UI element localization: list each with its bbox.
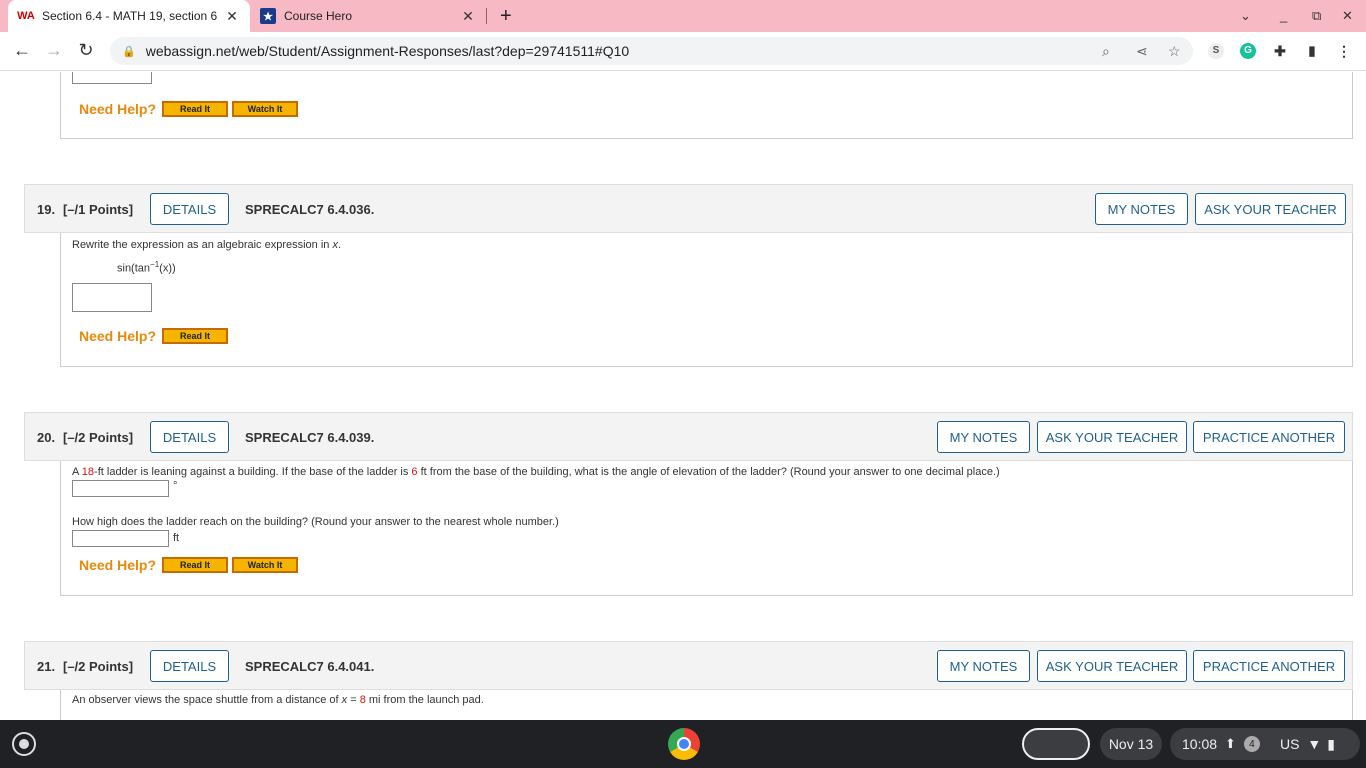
notification-count-badge: 4: [1243, 736, 1260, 752]
share-icon[interactable]: ⋖: [1136, 37, 1148, 65]
address-bar[interactable]: 🔒 webassign.net/web/Student/Assignment-R…: [110, 37, 1193, 65]
tab-title: Course Hero: [284, 9, 353, 23]
question-points: [–/2 Points]: [63, 430, 134, 445]
my-notes-button[interactable]: MY NOTES: [1095, 193, 1188, 225]
browser-toolbar: ← → ↻ 🔒 webassign.net/web/Student/Assign…: [0, 32, 1366, 71]
question-number: 20.: [37, 430, 56, 445]
details-button[interactable]: DETAILS: [150, 193, 229, 225]
zoom-icon[interactable]: ⌕: [1102, 37, 1110, 65]
url-text: webassign.net/web/Student/Assignment-Res…: [145, 43, 630, 59]
restore-icon[interactable]: ⧉: [1312, 8, 1321, 24]
answer-input[interactable]: [72, 72, 152, 84]
tab-title: Section 6.4 - MATH 19, section 6: [42, 9, 218, 23]
close-window-icon[interactable]: ✕: [1342, 8, 1353, 24]
tab-strip: WA Section 6.4 - MATH 19, section 6 ✕ ★ …: [0, 0, 1366, 32]
close-tab-icon[interactable]: ✕: [224, 8, 240, 25]
question-19-header: 19. [–/1 Points] DETAILS SPRECALC7 6.4.0…: [24, 184, 1353, 233]
assignment-page: Need Help? Read It Watch It 19. [–/1 Poi…: [0, 72, 1366, 720]
os-shelf: Nov 13 10:08 ⬆ 4 US ▼ ▮: [0, 720, 1366, 768]
clock-text: 10:08: [1182, 736, 1218, 752]
question-number: 21.: [37, 659, 56, 674]
watch-it-button[interactable]: Watch It: [232, 557, 298, 573]
question-code: SPRECALC7 6.4.039.: [245, 430, 375, 445]
side-panel-icon[interactable]: ▮: [1304, 43, 1320, 59]
question-prompt: A 18-ft ladder is leaning against a buil…: [72, 466, 1000, 478]
question-prompt: Rewrite the expression as an algebraic e…: [72, 239, 342, 251]
close-tab-icon[interactable]: ✕: [460, 8, 476, 25]
date-tray[interactable]: Nov 13: [1100, 728, 1162, 760]
question-prompt: How high does the ladder reach on the bu…: [72, 516, 559, 528]
feet-unit: ft: [173, 532, 180, 544]
battery-icon: ▮: [1327, 735, 1335, 752]
practice-another-button[interactable]: PRACTICE ANOTHER: [1193, 421, 1345, 453]
ask-your-teacher-button[interactable]: ASK YOUR TEACHER: [1195, 193, 1346, 225]
question-20-header: 20. [–/2 Points] DETAILS SPRECALC7 6.4.0…: [24, 412, 1353, 461]
wifi-icon: ▼: [1307, 736, 1322, 752]
forward-icon[interactable]: →: [42, 40, 66, 61]
back-icon[interactable]: ←: [10, 40, 34, 61]
question-20-body: A 18-ft ladder is leaning against a buil…: [60, 461, 1353, 596]
tab-separator: [486, 8, 487, 24]
question-number: 19.: [37, 202, 56, 217]
tab-coursehero[interactable]: ★ Course Hero ✕: [252, 0, 484, 32]
minimize-icon[interactable]: _: [1280, 8, 1287, 23]
question-21-header: 21. [–/2 Points] DETAILS SPRECALC7 6.4.0…: [24, 641, 1353, 690]
bookmark-star-icon[interactable]: ☆: [1168, 37, 1181, 65]
locale-text: US: [1279, 736, 1300, 752]
extensions-puzzle-icon[interactable]: ✚: [1272, 43, 1288, 59]
tab-webassign[interactable]: WA Section 6.4 - MATH 19, section 6 ✕: [8, 0, 250, 32]
reload-icon[interactable]: ↻: [74, 40, 98, 61]
question-points: [–/2 Points]: [63, 659, 134, 674]
new-tab-button[interactable]: +: [500, 6, 512, 26]
watch-it-button[interactable]: Watch It: [232, 101, 298, 117]
my-notes-button[interactable]: MY NOTES: [937, 421, 1030, 453]
launcher-icon[interactable]: [12, 732, 36, 756]
need-help-label: Need Help?: [79, 328, 157, 344]
question-19-body: Rewrite the expression as an algebraic e…: [60, 233, 1353, 367]
lock-icon: 🔒: [122, 45, 136, 58]
question-code: SPRECALC7 6.4.041.: [245, 659, 375, 674]
read-it-button[interactable]: Read It: [162, 557, 228, 573]
degree-unit: °: [173, 480, 178, 492]
upload-icon: ⬆: [1225, 736, 1236, 751]
need-help-label: Need Help?: [79, 557, 157, 573]
question-code: SPRECALC7 6.4.036.: [245, 202, 375, 217]
angle-answer-input[interactable]: [72, 480, 169, 497]
grammarly-icon[interactable]: G: [1240, 43, 1256, 59]
menu-kebab-icon[interactable]: ⋮: [1336, 43, 1352, 59]
chrome-app-icon[interactable]: [668, 728, 700, 760]
webassign-icon: WA: [17, 10, 35, 22]
answer-input[interactable]: [72, 283, 152, 312]
ask-your-teacher-button[interactable]: ASK YOUR TEACHER: [1037, 650, 1187, 682]
s-extension-icon[interactable]: S: [1208, 43, 1224, 59]
coursehero-icon: ★: [260, 8, 276, 24]
tab-search-icon[interactable]: ⌄: [1240, 8, 1251, 24]
question-21-body: An observer views the space shuttle from…: [60, 690, 1353, 720]
question-points: [–/1 Points]: [63, 202, 134, 217]
my-notes-button[interactable]: MY NOTES: [937, 650, 1030, 682]
details-button[interactable]: DETAILS: [150, 421, 229, 453]
read-it-button[interactable]: Read It: [162, 328, 228, 344]
read-it-button[interactable]: Read It: [162, 101, 228, 117]
need-help-label: Need Help?: [79, 101, 157, 117]
question-18-body: Need Help? Read It Watch It: [60, 72, 1353, 139]
details-button[interactable]: DETAILS: [150, 650, 229, 682]
math-expression: sin(tan−1(x)): [117, 260, 176, 275]
question-prompt: An observer views the space shuttle from…: [72, 694, 484, 706]
practice-another-button[interactable]: PRACTICE ANOTHER: [1193, 650, 1345, 682]
holding-space-tray[interactable]: [1022, 728, 1090, 760]
ask-your-teacher-button[interactable]: ASK YOUR TEACHER: [1037, 421, 1187, 453]
height-answer-input[interactable]: [72, 530, 169, 547]
status-tray[interactable]: 10:08 ⬆ 4 US ▼ ▮: [1170, 728, 1360, 760]
